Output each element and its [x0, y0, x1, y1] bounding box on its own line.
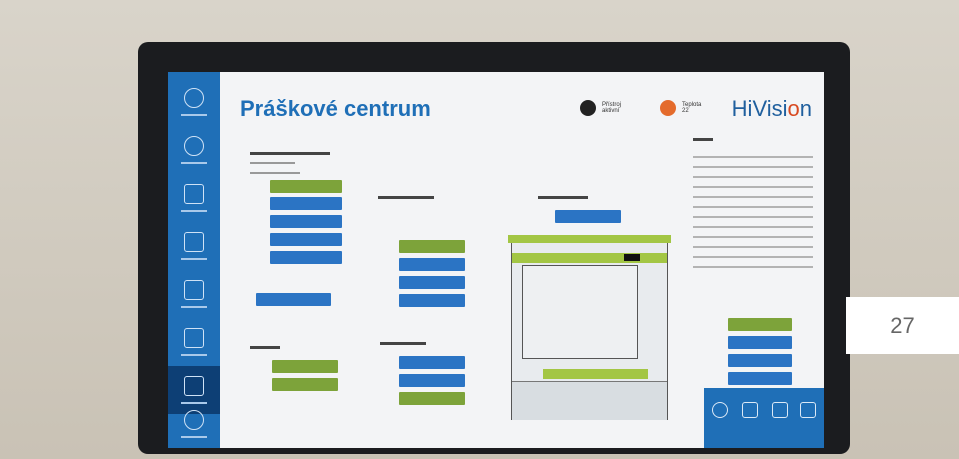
scale-icon — [184, 184, 204, 204]
power-icon[interactable] — [712, 402, 728, 418]
blue-button-7[interactable] — [399, 276, 465, 289]
blue-button-10[interactable] — [399, 374, 465, 387]
section-heading-powder — [380, 342, 426, 345]
grid-icon — [184, 328, 204, 348]
blue-button-3[interactable] — [270, 233, 342, 246]
sidebar-item-printer[interactable] — [168, 270, 220, 318]
app-screen: Práškové centrum Přístroj aktivní Teplota… — [168, 72, 824, 448]
link-icon[interactable] — [800, 402, 816, 418]
blue-button-2[interactable] — [270, 215, 342, 228]
network-icon[interactable] — [772, 402, 788, 418]
page-title: Práškové centrum — [240, 96, 431, 121]
hivision-logo: HiVision — [731, 96, 812, 121]
printer-icon — [184, 280, 204, 300]
blue-button-13[interactable] — [728, 354, 792, 367]
green-button-3[interactable] — [272, 378, 338, 391]
blue-button-8[interactable] — [399, 294, 465, 307]
device-status-icon — [580, 100, 596, 116]
green-button-5[interactable] — [399, 392, 465, 405]
blue-button-1[interactable] — [270, 197, 342, 210]
section-heading-middle — [378, 196, 434, 199]
sidebar-item-overview[interactable] — [168, 78, 220, 126]
sidebar-item-user[interactable] — [168, 400, 220, 448]
blue-button-14[interactable] — [728, 372, 792, 385]
blue-button-6[interactable] — [399, 258, 465, 271]
page-number-badge: 27 — [846, 297, 959, 354]
blue-button-5[interactable] — [256, 293, 331, 306]
sidebar-item-settings[interactable] — [168, 222, 220, 270]
green-button-6[interactable] — [728, 318, 792, 331]
section-heading-left — [250, 152, 330, 155]
sidebar-item-dosing[interactable] — [168, 126, 220, 174]
sidebar — [168, 72, 220, 448]
machine-diagram — [508, 235, 671, 420]
blue-button-12[interactable] — [728, 336, 792, 349]
blue-button-4[interactable] — [270, 251, 342, 264]
section-heading-diagram — [538, 196, 588, 199]
flask-icon — [184, 376, 204, 396]
blue-button-9[interactable] — [399, 356, 465, 369]
bottom-action-bar — [704, 388, 824, 448]
sidebar-item-scales[interactable] — [168, 174, 220, 222]
green-button-4[interactable] — [399, 240, 465, 253]
user-icon — [184, 410, 204, 430]
temperature-status-icon — [660, 100, 676, 116]
gauge-icon — [184, 88, 204, 108]
section-heading-cycles — [250, 346, 280, 349]
lab-icon — [184, 232, 204, 252]
tools-icon[interactable] — [742, 402, 758, 418]
status-device: Přístroj aktivní — [580, 100, 621, 116]
green-button-2[interactable] — [272, 360, 338, 373]
green-button-1[interactable] — [270, 180, 342, 193]
status-temperature: Teplota 22 — [660, 100, 701, 116]
dosing-icon — [184, 136, 204, 156]
blue-button-11[interactable] — [555, 210, 621, 223]
sidebar-item-data[interactable] — [168, 318, 220, 366]
